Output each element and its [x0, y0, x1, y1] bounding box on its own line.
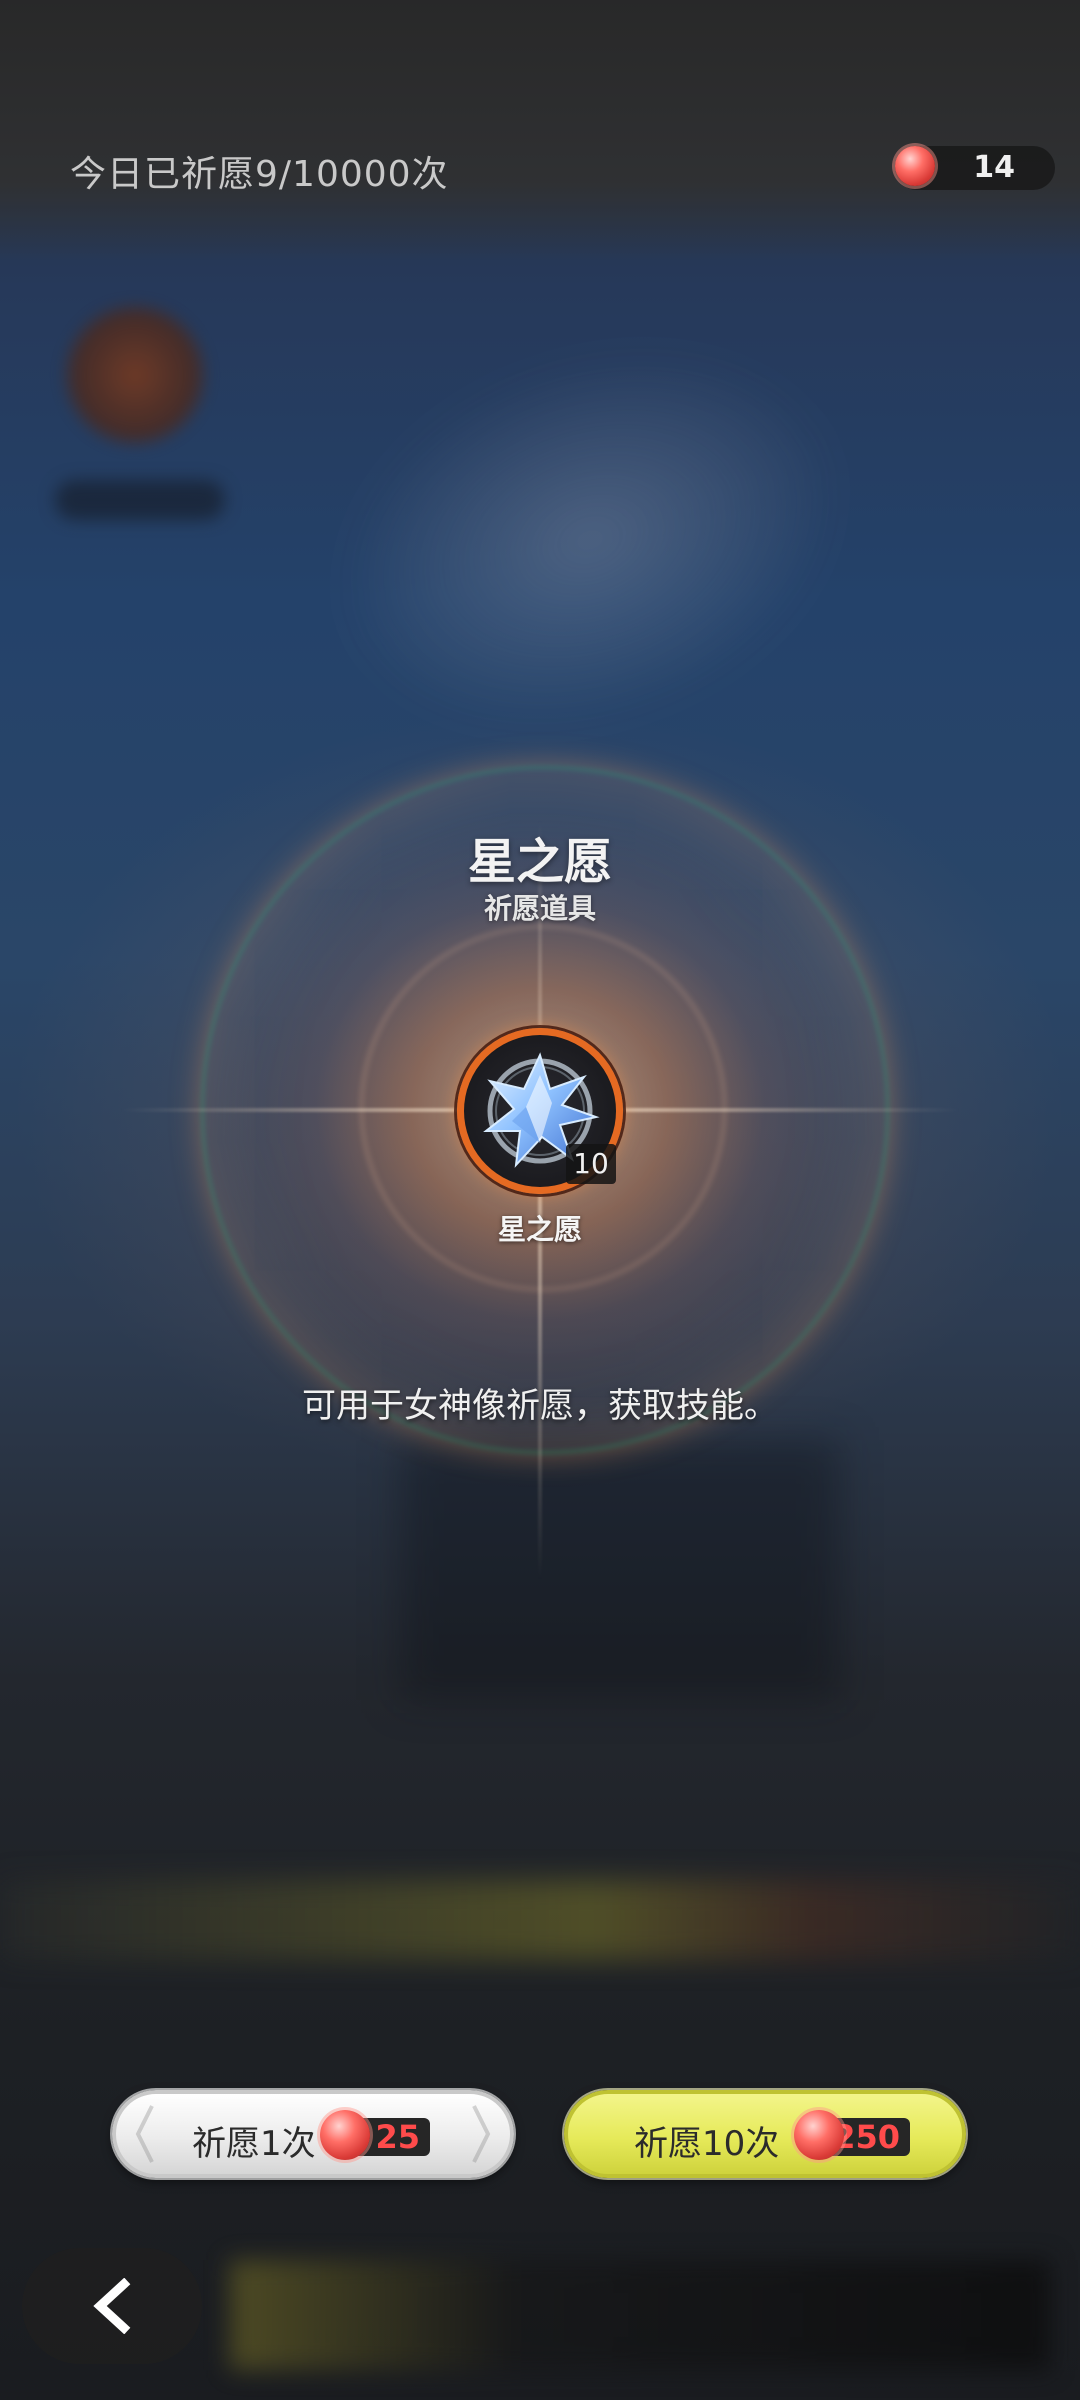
item-name: 星之愿: [497, 1213, 582, 1246]
light-flare-vertical: [538, 820, 542, 1580]
daily-prayer-count: 今日已祈愿9/10000次: [70, 154, 449, 195]
red-gem-icon: [794, 2110, 844, 2160]
button-deco-icon: [472, 2105, 491, 2163]
chevron-left-icon: [93, 2278, 131, 2334]
pray-ten-label: 祈愿10次: [634, 2124, 780, 2164]
background-statue: [284, 281, 896, 799]
item-category: 祈愿道具: [483, 892, 596, 925]
back-button[interactable]: [22, 2248, 202, 2364]
background-orb: [60, 300, 210, 450]
pray-ten-button[interactable]: 祈愿10次 250: [564, 2090, 966, 2178]
background-band: [0, 1880, 1080, 1960]
item-description: 可用于女神像祈愿，获取技能。: [302, 1386, 778, 1426]
red-gem-icon: [320, 2110, 370, 2160]
background-strip: [230, 2260, 1050, 2370]
pray-once-cost-value: 25: [375, 2118, 420, 2156]
pray-once-button[interactable]: 祈愿1次 25: [112, 2090, 514, 2178]
currency-display[interactable]: 14: [895, 146, 1055, 190]
wish-screen: 今日已祈愿9/10000次 14 星之愿 祈愿道具 10 星之愿 可用于女神像祈…: [0, 0, 1080, 2400]
button-deco-icon: [135, 2105, 154, 2163]
top-bar: 今日已祈愿9/10000次 14: [0, 0, 1080, 260]
background-orb-label: [55, 480, 225, 520]
red-gem-icon: [895, 146, 935, 186]
background-block: [400, 1440, 840, 1700]
item-quantity: 10: [566, 1144, 616, 1184]
pray-once-label: 祈愿1次: [192, 2124, 316, 2164]
currency-value: 14: [973, 150, 1015, 185]
item-title: 星之愿: [467, 834, 612, 890]
